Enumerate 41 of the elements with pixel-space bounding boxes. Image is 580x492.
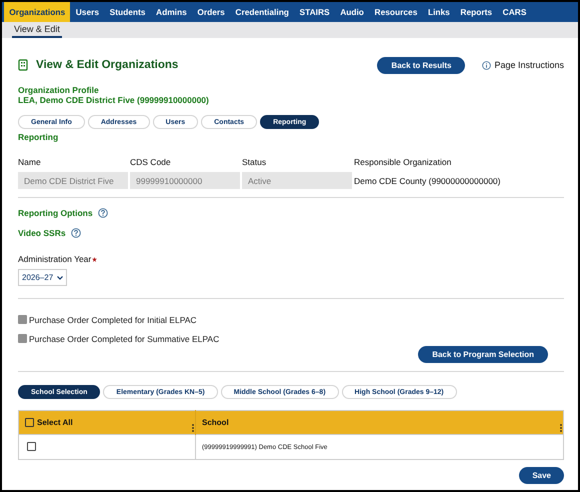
nav-item[interactable]: Orders <box>192 2 230 22</box>
page-instructions-link[interactable]: Page Instructions <box>494 60 564 70</box>
field-label: Status <box>242 157 268 167</box>
nav-item[interactable]: CARS <box>497 2 532 22</box>
nav-item[interactable]: Audio <box>334 2 370 22</box>
nav-item[interactable]: Reports <box>455 2 498 22</box>
subnav-item[interactable]: View & Edit <box>12 22 62 38</box>
building-icon <box>18 59 28 71</box>
nav-item[interactable]: Organizations <box>4 2 70 22</box>
back-to-program-selection-button[interactable]: Back to Program Selection <box>418 346 548 363</box>
nav-item[interactable]: Credentialing <box>230 2 294 22</box>
save-button[interactable]: Save <box>519 467 564 484</box>
checkbox-label: Purchase Order Completed for Initial ELPAC <box>29 314 197 324</box>
help-icon[interactable] <box>98 208 108 218</box>
checkbox-label: Purchase Order Completed for Summative ELPAC <box>29 334 220 344</box>
administration-year-label: Administration Year <box>18 254 92 264</box>
nav-item[interactable]: Users <box>70 2 104 22</box>
field-label: CDS Code <box>130 157 172 167</box>
select-all-checkbox[interactable] <box>25 418 34 427</box>
nav-item[interactable]: Admins <box>150 2 192 22</box>
reporting-options-heading: Reporting Options <box>18 208 93 218</box>
select-all-label: Select All <box>37 418 73 427</box>
column-header: School <box>202 418 229 427</box>
info-icon[interactable] <box>482 60 492 70</box>
field-value: Demo CDE County (99000000000000) <box>354 174 502 188</box>
row-checkbox[interactable] <box>27 442 36 450</box>
profile-heading: Organization Profile <box>18 85 100 95</box>
help-icon[interactable] <box>70 228 81 238</box>
nav-item[interactable]: Links <box>422 2 456 22</box>
field-label: Responsible Organization <box>354 157 452 167</box>
video-ssrs-heading: Video SSRs <box>18 228 66 238</box>
field-label: Name <box>18 157 42 167</box>
organization-name: LEA, Demo CDE District Five (99999910000000) <box>18 95 210 105</box>
nav-item[interactable]: STAIRS <box>294 2 335 22</box>
chevron-down-icon <box>57 276 64 280</box>
year-select[interactable]: 2026–27 <box>18 269 68 286</box>
nav-item[interactable]: Students <box>104 2 151 22</box>
section-title: Reporting <box>18 132 60 142</box>
nav-item[interactable]: Resources <box>369 2 423 22</box>
back-to-results-button[interactable]: Back to Results <box>377 56 466 74</box>
page-title: View & Edit Organizations <box>36 59 178 71</box>
